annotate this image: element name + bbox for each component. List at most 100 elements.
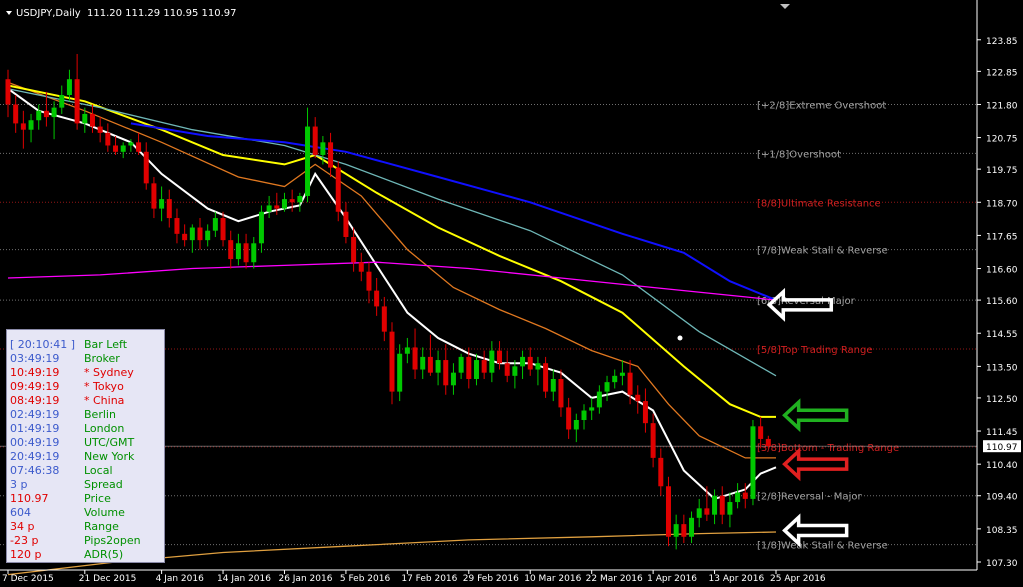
candle-body (520, 356, 526, 367)
candle-body (689, 517, 695, 537)
info-row: 10:49:19 * Sydney (7, 366, 166, 380)
info-row: 07:46:38 Local (7, 464, 166, 478)
candle-body (596, 391, 602, 408)
candle-body (650, 423, 656, 458)
candle-body (712, 495, 718, 515)
info-value: 02:49:19 (10, 408, 60, 421)
info-value: 07:46:38 (10, 464, 60, 477)
candle-body (89, 113, 95, 127)
time-tick-label: 22 Mar 2016 (586, 574, 643, 584)
price-tick-label: 113.50 (986, 363, 1018, 373)
info-value: 00:49:19 (10, 436, 60, 449)
candle-body (742, 492, 748, 499)
candle-body (404, 347, 410, 354)
price-tick-label: 116.60 (986, 266, 1018, 276)
price-tick-label: 115.60 (986, 297, 1018, 307)
candle-body (105, 132, 111, 146)
candle-body (550, 378, 556, 392)
candle-body (458, 356, 464, 373)
time-tick-label: 14 Jan 2016 (217, 574, 271, 584)
info-value: 110.97 (10, 492, 49, 505)
info-label: Price (84, 492, 111, 505)
candle-body (258, 211, 264, 244)
candle-body (59, 94, 65, 108)
info-row: 34 p Range (7, 520, 166, 534)
info-row: 02:49:19 Berlin (7, 408, 166, 422)
info-value: 20:49:19 (10, 450, 60, 463)
candle-body (289, 199, 295, 203)
candle-body (13, 104, 19, 124)
candle-body (159, 199, 165, 209)
info-label: * Tokyo (84, 380, 124, 393)
price-tick-label: 120.75 (986, 135, 1018, 145)
candle-body (719, 495, 725, 515)
symbol-timeframe: USDJPY,Daily (16, 8, 81, 19)
info-value: 34 p (10, 520, 35, 533)
info-label: * China (84, 394, 125, 407)
candle-body (758, 426, 764, 439)
candle-body (343, 211, 349, 237)
current-price-label: 110.97 (986, 443, 1018, 453)
candle-body (466, 356, 472, 379)
candle-body (412, 347, 418, 370)
info-row: 01:49:19 London (7, 422, 166, 436)
price-tick-label: 118.70 (986, 199, 1018, 209)
candle-body (543, 363, 549, 392)
info-label: UTC/GMT (84, 436, 135, 449)
candle-body (74, 79, 80, 124)
info-value: 09:49:19 (10, 380, 60, 393)
info-label: Bar Left (84, 338, 128, 351)
candle-body (735, 492, 741, 503)
candle-body (43, 110, 49, 118)
price-tick-label: 110.40 (986, 461, 1018, 471)
time-tick-label: 25 Apr 2016 (770, 574, 826, 584)
candle-body (166, 199, 172, 219)
murrey-label-3: [7/8]Weak Stall & Reverse (757, 246, 888, 257)
cursor-dot (677, 335, 683, 341)
candle-body (228, 240, 234, 260)
candle-body (351, 236, 357, 263)
price-tick-label: 123.85 (986, 37, 1018, 47)
candle-body (581, 410, 587, 421)
info-value: -23 p (10, 534, 39, 547)
price-tick-label: 117.65 (986, 232, 1018, 242)
candle-body (20, 123, 26, 130)
candle-body (128, 142, 134, 146)
candle-body (312, 126, 318, 155)
time-tick-label: 21 Dec 2015 (79, 574, 137, 584)
candle-body (374, 290, 380, 307)
info-row: 20:49:19 New York (7, 450, 166, 464)
candle-body (136, 142, 142, 152)
candle-body (205, 230, 211, 241)
candle-body (97, 126, 103, 133)
candle-body (558, 378, 564, 408)
murrey-label-1: [+1/8]Overshoot (757, 149, 841, 160)
time-tick-label: 7 Dec 2015 (2, 574, 54, 584)
candle-body (113, 145, 119, 152)
candle-body (497, 350, 503, 364)
candle-body (358, 262, 364, 272)
info-label: Local (84, 464, 113, 477)
candle-body (635, 394, 641, 402)
candle-body (235, 243, 241, 260)
time-tick-label: 29 Feb 2016 (463, 574, 519, 584)
time-tick-label: 17 Feb 2016 (401, 574, 457, 584)
candle-body (450, 372, 456, 386)
candle-body (427, 356, 433, 373)
candle-body (389, 331, 395, 392)
murrey-label-8: [1/8]Weak Stall & Reverse (757, 541, 888, 552)
price-tick-label: 108.35 (986, 526, 1018, 536)
candle-body (627, 372, 633, 395)
current-price-tag: 110.97 (983, 440, 1021, 453)
candle-body (120, 145, 126, 152)
candle-body (174, 218, 180, 234)
candle-body (266, 205, 272, 212)
candle-body (320, 142, 326, 155)
candle-body (274, 205, 280, 209)
info-value: 08:49:19 (10, 394, 60, 407)
price-tick-label: 107.30 (986, 559, 1018, 569)
info-label: * Sydney (84, 366, 134, 379)
price-tick-label: 122.85 (986, 68, 1018, 78)
candle-86 (665, 476, 671, 547)
info-label: Berlin (84, 408, 116, 421)
